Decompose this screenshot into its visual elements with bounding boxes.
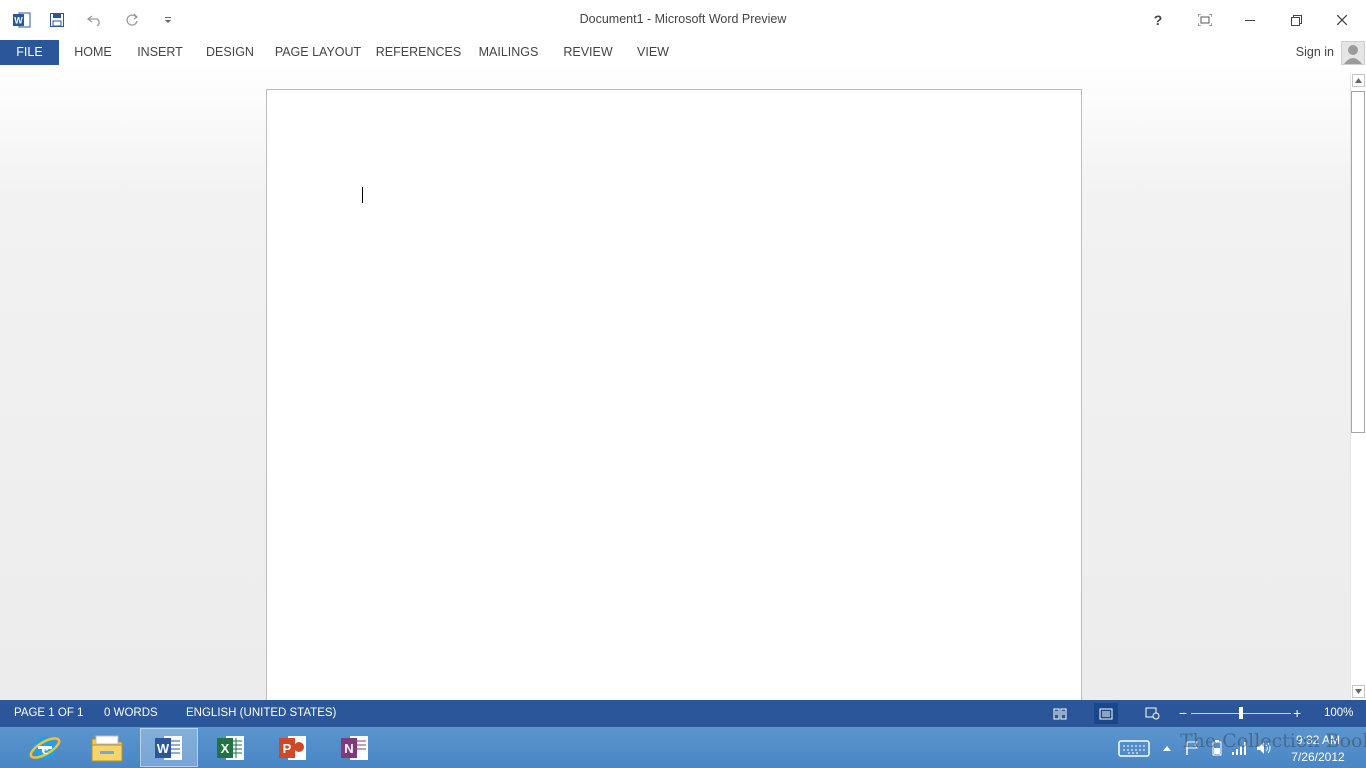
document-page[interactable]	[266, 89, 1082, 700]
chevron-up-icon	[1163, 745, 1171, 751]
clock-date[interactable]: 7/26/2012	[1288, 750, 1348, 764]
speaker-icon	[1257, 741, 1271, 754]
read-mode-icon	[1053, 708, 1067, 719]
tab-review[interactable]: REVIEW	[558, 40, 618, 65]
tab-references[interactable]: REFERENCES	[374, 40, 463, 65]
read-mode-button[interactable]	[1048, 703, 1072, 724]
onenote-icon: N	[341, 735, 368, 760]
keyboard-icon	[1118, 739, 1150, 757]
svg-text:P: P	[283, 741, 292, 756]
svg-text:W: W	[14, 16, 23, 26]
close-button[interactable]	[1319, 0, 1365, 40]
word-count[interactable]: 0 WORDS	[104, 700, 158, 727]
clock-time[interactable]: 9:32 AM	[1288, 733, 1348, 747]
zoom-in-button[interactable]: +	[1293, 700, 1301, 727]
flag-icon	[1186, 741, 1198, 755]
zoom-out-button[interactable]: −	[1179, 700, 1187, 727]
battery-status[interactable]	[1212, 727, 1222, 768]
minus-icon: −	[1179, 705, 1188, 721]
fullscreen-icon	[1198, 14, 1212, 26]
tab-file[interactable]: FILE	[0, 40, 59, 65]
svg-text:e: e	[41, 741, 48, 758]
chevron-down-icon	[165, 17, 171, 23]
taskbar-onenote[interactable]: N	[326, 728, 384, 767]
help-icon: ?	[1153, 12, 1163, 28]
svg-text:N: N	[344, 741, 353, 756]
avatar[interactable]	[1341, 41, 1365, 65]
status-bar: PAGE 1 OF 1 0 WORDS ENGLISH (UNITED STAT…	[0, 700, 1366, 727]
file-explorer-icon	[91, 735, 123, 761]
excel-icon: X	[217, 735, 244, 760]
arrow-up-icon	[1355, 78, 1362, 83]
word-icon: W	[13, 12, 31, 28]
tab-home[interactable]: HOME	[64, 40, 122, 65]
user-icon	[1344, 45, 1362, 64]
scroll-down-button[interactable]	[1352, 685, 1365, 698]
show-hidden-icons-button[interactable]	[1162, 727, 1172, 768]
page-count[interactable]: PAGE 1 OF 1	[14, 700, 83, 727]
ribbon-tabs: FILE HOME INSERT DESIGN PAGE LAYOUT REFE…	[0, 40, 1366, 65]
customize-qat-button[interactable]	[150, 0, 186, 40]
word-icon: W	[155, 735, 182, 760]
title-bar: Document1 - Microsoft Word Preview W ?	[0, 0, 1366, 40]
word-app-icon[interactable]: W	[4, 0, 40, 40]
svg-text:X: X	[221, 741, 230, 756]
undo-button[interactable]	[77, 0, 113, 40]
taskbar-internet-explorer[interactable]: e	[16, 728, 74, 767]
redo-icon	[126, 13, 139, 26]
tab-design[interactable]: DESIGN	[198, 40, 262, 65]
powerpoint-icon: P	[279, 735, 306, 760]
touch-keyboard-button[interactable]	[1118, 727, 1152, 768]
text-cursor	[362, 187, 363, 203]
web-layout-icon	[1145, 707, 1159, 720]
web-layout-button[interactable]	[1140, 703, 1164, 724]
close-icon	[1337, 15, 1347, 25]
save-button[interactable]	[39, 0, 75, 40]
network-status[interactable]	[1232, 727, 1248, 768]
action-center-button[interactable]	[1184, 727, 1200, 768]
undo-icon	[87, 15, 100, 26]
arrow-down-icon	[1355, 689, 1362, 694]
tab-page-layout[interactable]: PAGE LAYOUT	[270, 40, 366, 65]
zoom-slider-thumb[interactable]	[1239, 707, 1243, 719]
scroll-thumb[interactable]	[1351, 91, 1365, 433]
battery-icon	[1212, 739, 1222, 755]
save-icon	[50, 13, 64, 27]
restore-button[interactable]	[1273, 0, 1319, 40]
minimize-button[interactable]	[1227, 0, 1273, 40]
print-layout-button[interactable]	[1094, 703, 1118, 724]
taskbar-file-explorer[interactable]	[78, 728, 136, 767]
tab-insert[interactable]: INSERT	[130, 40, 190, 65]
tab-mailings[interactable]: MAILINGS	[471, 40, 546, 65]
volume-button[interactable]	[1256, 727, 1272, 768]
restore-icon	[1290, 14, 1302, 26]
document-canvas	[0, 65, 1350, 700]
taskbar-word[interactable]: W	[140, 728, 198, 767]
svg-text:W: W	[157, 741, 170, 756]
print-layout-icon	[1099, 708, 1113, 719]
signal-icon	[1232, 741, 1246, 755]
taskbar-powerpoint[interactable]: P	[264, 728, 322, 767]
language[interactable]: ENGLISH (UNITED STATES)	[186, 700, 336, 727]
internet-explorer-icon: e	[29, 736, 61, 759]
redo-button[interactable]	[114, 0, 150, 40]
zoom-level[interactable]: 100%	[1324, 700, 1353, 727]
full-screen-button[interactable]	[1182, 0, 1228, 40]
sign-in-link[interactable]: Sign in	[1296, 40, 1334, 65]
taskbar: e W X P N	[0, 727, 1366, 768]
plus-icon: +	[1293, 705, 1302, 721]
scroll-up-button[interactable]	[1352, 74, 1365, 87]
taskbar-excel[interactable]: X	[202, 728, 260, 767]
tab-view[interactable]: VIEW	[628, 40, 678, 65]
minimize-icon	[1245, 20, 1255, 21]
help-button[interactable]: ?	[1135, 0, 1181, 40]
